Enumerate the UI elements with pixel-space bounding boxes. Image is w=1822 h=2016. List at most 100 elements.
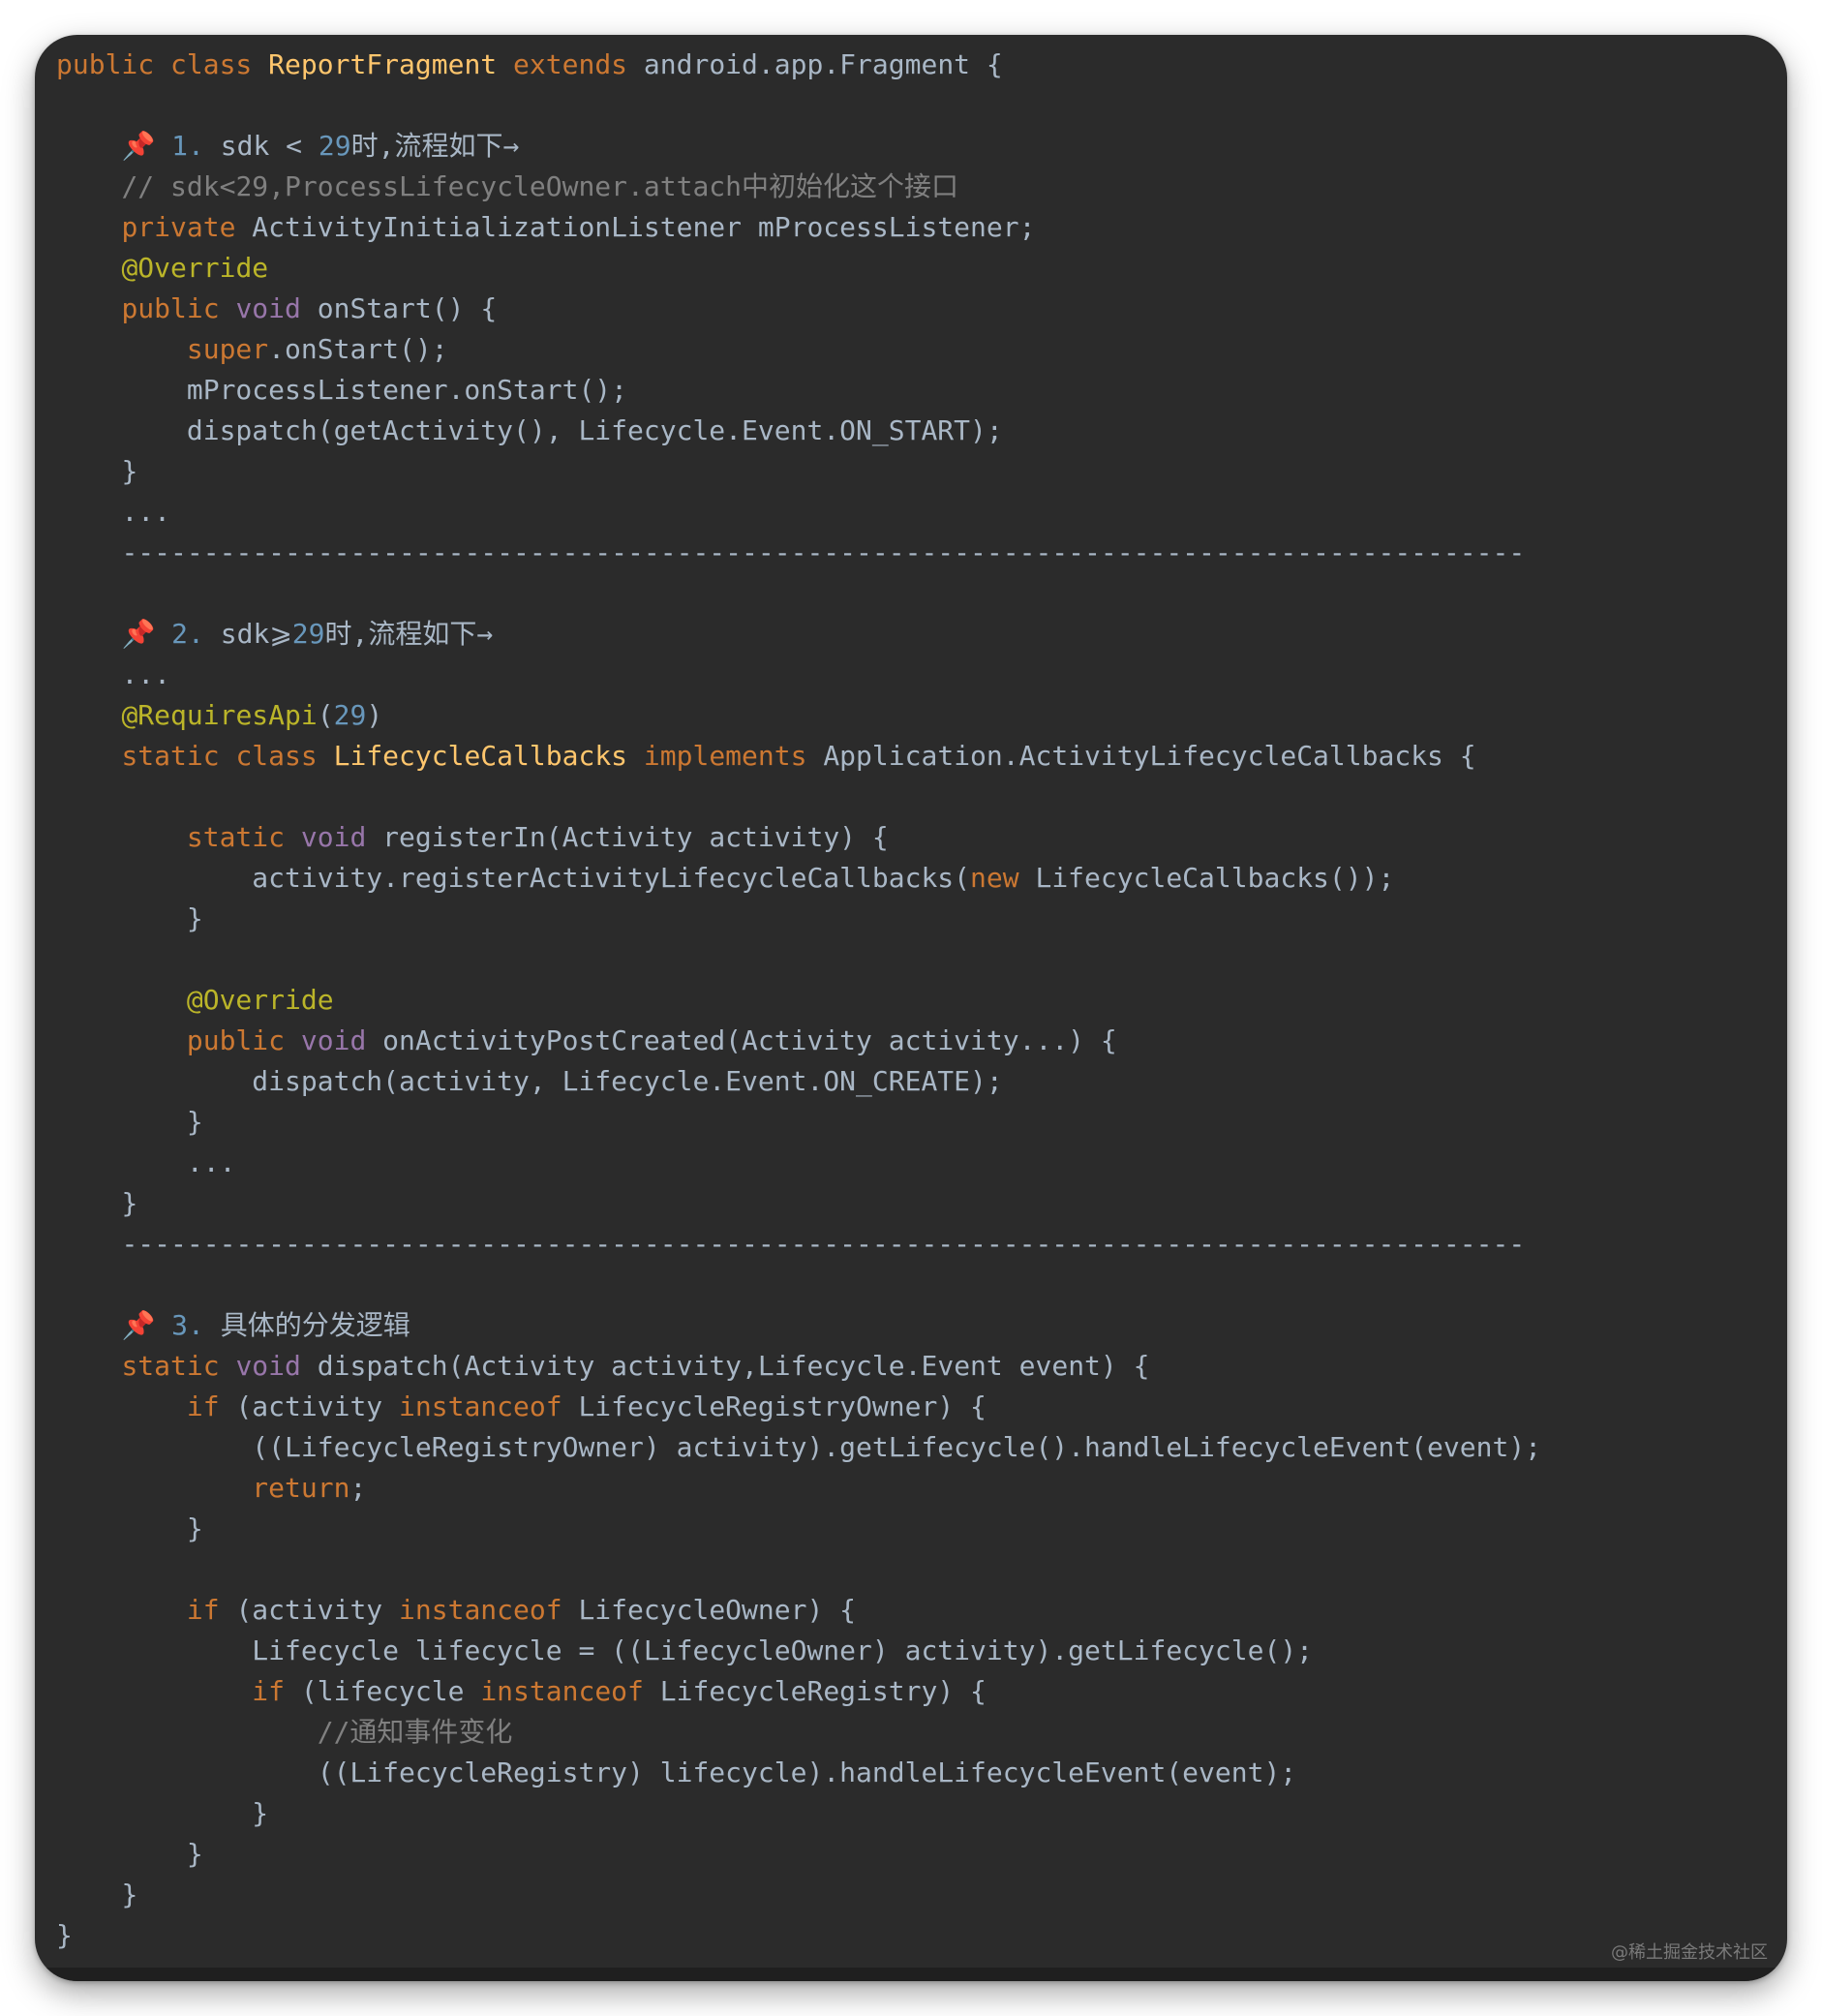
code-token: ----------------------------------------… bbox=[121, 1228, 1526, 1260]
code-line: @Override bbox=[56, 248, 1766, 289]
code-token: ... bbox=[121, 496, 171, 528]
code-token: } bbox=[252, 1797, 269, 1829]
code-token: LifecycleRegistry) { bbox=[659, 1675, 987, 1707]
code-token: onActivityPostCreated(Activity activity.… bbox=[382, 1024, 1117, 1056]
code-token: new bbox=[970, 862, 1036, 894]
code-token: void bbox=[235, 1350, 318, 1382]
code-token: registerIn(Activity activity) { bbox=[382, 821, 889, 853]
code-line: dispatch(activity, Lifecycle.Event.ON_CR… bbox=[56, 1061, 1766, 1102]
code-token: .onStart(); bbox=[268, 333, 448, 365]
code-token: (lifecycle bbox=[300, 1675, 481, 1707]
code-token: } bbox=[121, 1879, 138, 1910]
code-token: super bbox=[186, 333, 269, 365]
code-token: ) bbox=[366, 699, 383, 731]
code-token: instanceof bbox=[399, 1594, 579, 1626]
code-line: static void registerIn(Activity activity… bbox=[56, 817, 1766, 858]
code-token: void bbox=[235, 292, 318, 324]
code-token: 29 bbox=[291, 618, 325, 650]
pushpin-icon: 📌 bbox=[121, 618, 172, 650]
code-line: } bbox=[56, 1102, 1766, 1143]
code-token: (activity bbox=[235, 1390, 400, 1422]
code-line: Lifecycle lifecycle = ((LifecycleOwner) … bbox=[56, 1631, 1766, 1671]
code-token: LifecycleCallbacks bbox=[333, 740, 628, 772]
code-line: if (activity instanceof LifecycleRegistr… bbox=[56, 1387, 1766, 1427]
code-line: private ActivityInitializationListener m… bbox=[56, 207, 1766, 248]
code-line: // sdk<29,ProcessLifecycleOwner.attach中初… bbox=[56, 167, 1766, 207]
code-token: 29 bbox=[333, 699, 367, 731]
code-token: sdk⩾ bbox=[220, 618, 292, 650]
code-token: return bbox=[252, 1472, 350, 1504]
code-token: 具体的分发逻辑 bbox=[220, 1309, 410, 1341]
code-line: ... bbox=[56, 1143, 1766, 1183]
code-line: if (activity instanceof LifecycleOwner) … bbox=[56, 1590, 1766, 1631]
code-line: if (lifecycle instanceof LifecycleRegist… bbox=[56, 1671, 1766, 1712]
code-token: } bbox=[186, 1512, 203, 1544]
code-line: @Override bbox=[56, 980, 1766, 1021]
code-token: public bbox=[121, 292, 236, 324]
code-token: onStart() { bbox=[317, 292, 498, 324]
code-line: } bbox=[56, 1509, 1766, 1549]
code-token: 2. bbox=[171, 618, 221, 650]
code-token: 3. bbox=[171, 1309, 221, 1341]
code-token: LifecycleRegistryOwner) { bbox=[578, 1390, 987, 1422]
code-line: ----------------------------------------… bbox=[56, 533, 1766, 573]
code-token: static bbox=[121, 1350, 236, 1382]
code-line: return; bbox=[56, 1468, 1766, 1509]
pushpin-icon: 📌 bbox=[121, 130, 172, 162]
code-token: LifecycleCallbacks()); bbox=[1035, 862, 1395, 894]
code-token: implements bbox=[627, 740, 824, 772]
code-line: ((LifecycleRegistry) lifecycle).handleLi… bbox=[56, 1753, 1766, 1793]
code-line: //通知事件变化 bbox=[56, 1712, 1766, 1753]
code-token: sdk < bbox=[220, 130, 319, 162]
code-token: ActivityInitializationListener mProcessL… bbox=[252, 211, 1036, 243]
code-line: ----------------------------------------… bbox=[56, 1224, 1766, 1265]
code-token: } bbox=[186, 902, 203, 934]
code-token: Application.ActivityLifecycleCallbacks { bbox=[823, 740, 1476, 772]
code-window: public class ReportFragment extends andr… bbox=[35, 35, 1787, 1981]
code-line: mProcessListener.onStart(); bbox=[56, 370, 1766, 411]
code-line: 📌 2. sdk⩾29时,流程如下→ bbox=[56, 614, 1766, 655]
code-token: instanceof bbox=[399, 1390, 579, 1422]
code-line: } bbox=[56, 899, 1766, 939]
code-token: ... bbox=[121, 658, 171, 690]
code-line: } bbox=[56, 451, 1766, 492]
code-token: static bbox=[186, 821, 301, 853]
code-line: } bbox=[56, 1793, 1766, 1834]
code-token: private bbox=[121, 211, 253, 243]
code-token: if bbox=[186, 1594, 236, 1626]
code-token: ... bbox=[186, 1146, 236, 1178]
code-line: 📌 3. 具体的分发逻辑 bbox=[56, 1305, 1766, 1346]
code-token: 1. bbox=[171, 130, 221, 162]
code-token: dispatch(getActivity(), Lifecycle.Event.… bbox=[186, 414, 1003, 446]
code-token: static class bbox=[121, 740, 334, 772]
code-token: ReportFragment bbox=[268, 48, 498, 80]
pushpin-icon: 📌 bbox=[121, 1309, 172, 1341]
code-line: } bbox=[56, 1875, 1766, 1915]
code-line: dispatch(getActivity(), Lifecycle.Event.… bbox=[56, 411, 1766, 451]
code-token: dispatch(activity, Lifecycle.Event.ON_CR… bbox=[252, 1065, 1003, 1097]
code-token: mProcessListener.onStart(); bbox=[186, 374, 628, 406]
code-line: activity.registerActivityLifecycleCallba… bbox=[56, 858, 1766, 899]
code-line: public void onActivityPostCreated(Activi… bbox=[56, 1021, 1766, 1061]
code-line: } bbox=[56, 1834, 1766, 1875]
code-line: ... bbox=[56, 492, 1766, 533]
code-token: if bbox=[186, 1390, 236, 1422]
code-token: extends bbox=[497, 48, 644, 80]
code-token: @Override bbox=[186, 984, 334, 1016]
code-token: public bbox=[186, 1024, 301, 1056]
window-bottom-bar bbox=[35, 1968, 1787, 1981]
code-token: if bbox=[252, 1675, 301, 1707]
code-token: android.app.Fragment { bbox=[643, 48, 1003, 80]
code-token: 时,流程如下→ bbox=[324, 618, 494, 650]
code-token: // sdk<29,ProcessLifecycleOwner.attach中初… bbox=[121, 170, 959, 202]
code-token: LifecycleOwner) { bbox=[578, 1594, 857, 1626]
code-line: @RequiresApi(29) bbox=[56, 695, 1766, 736]
code-token: 时,流程如下→ bbox=[350, 130, 520, 162]
code-line: ... bbox=[56, 655, 1766, 695]
